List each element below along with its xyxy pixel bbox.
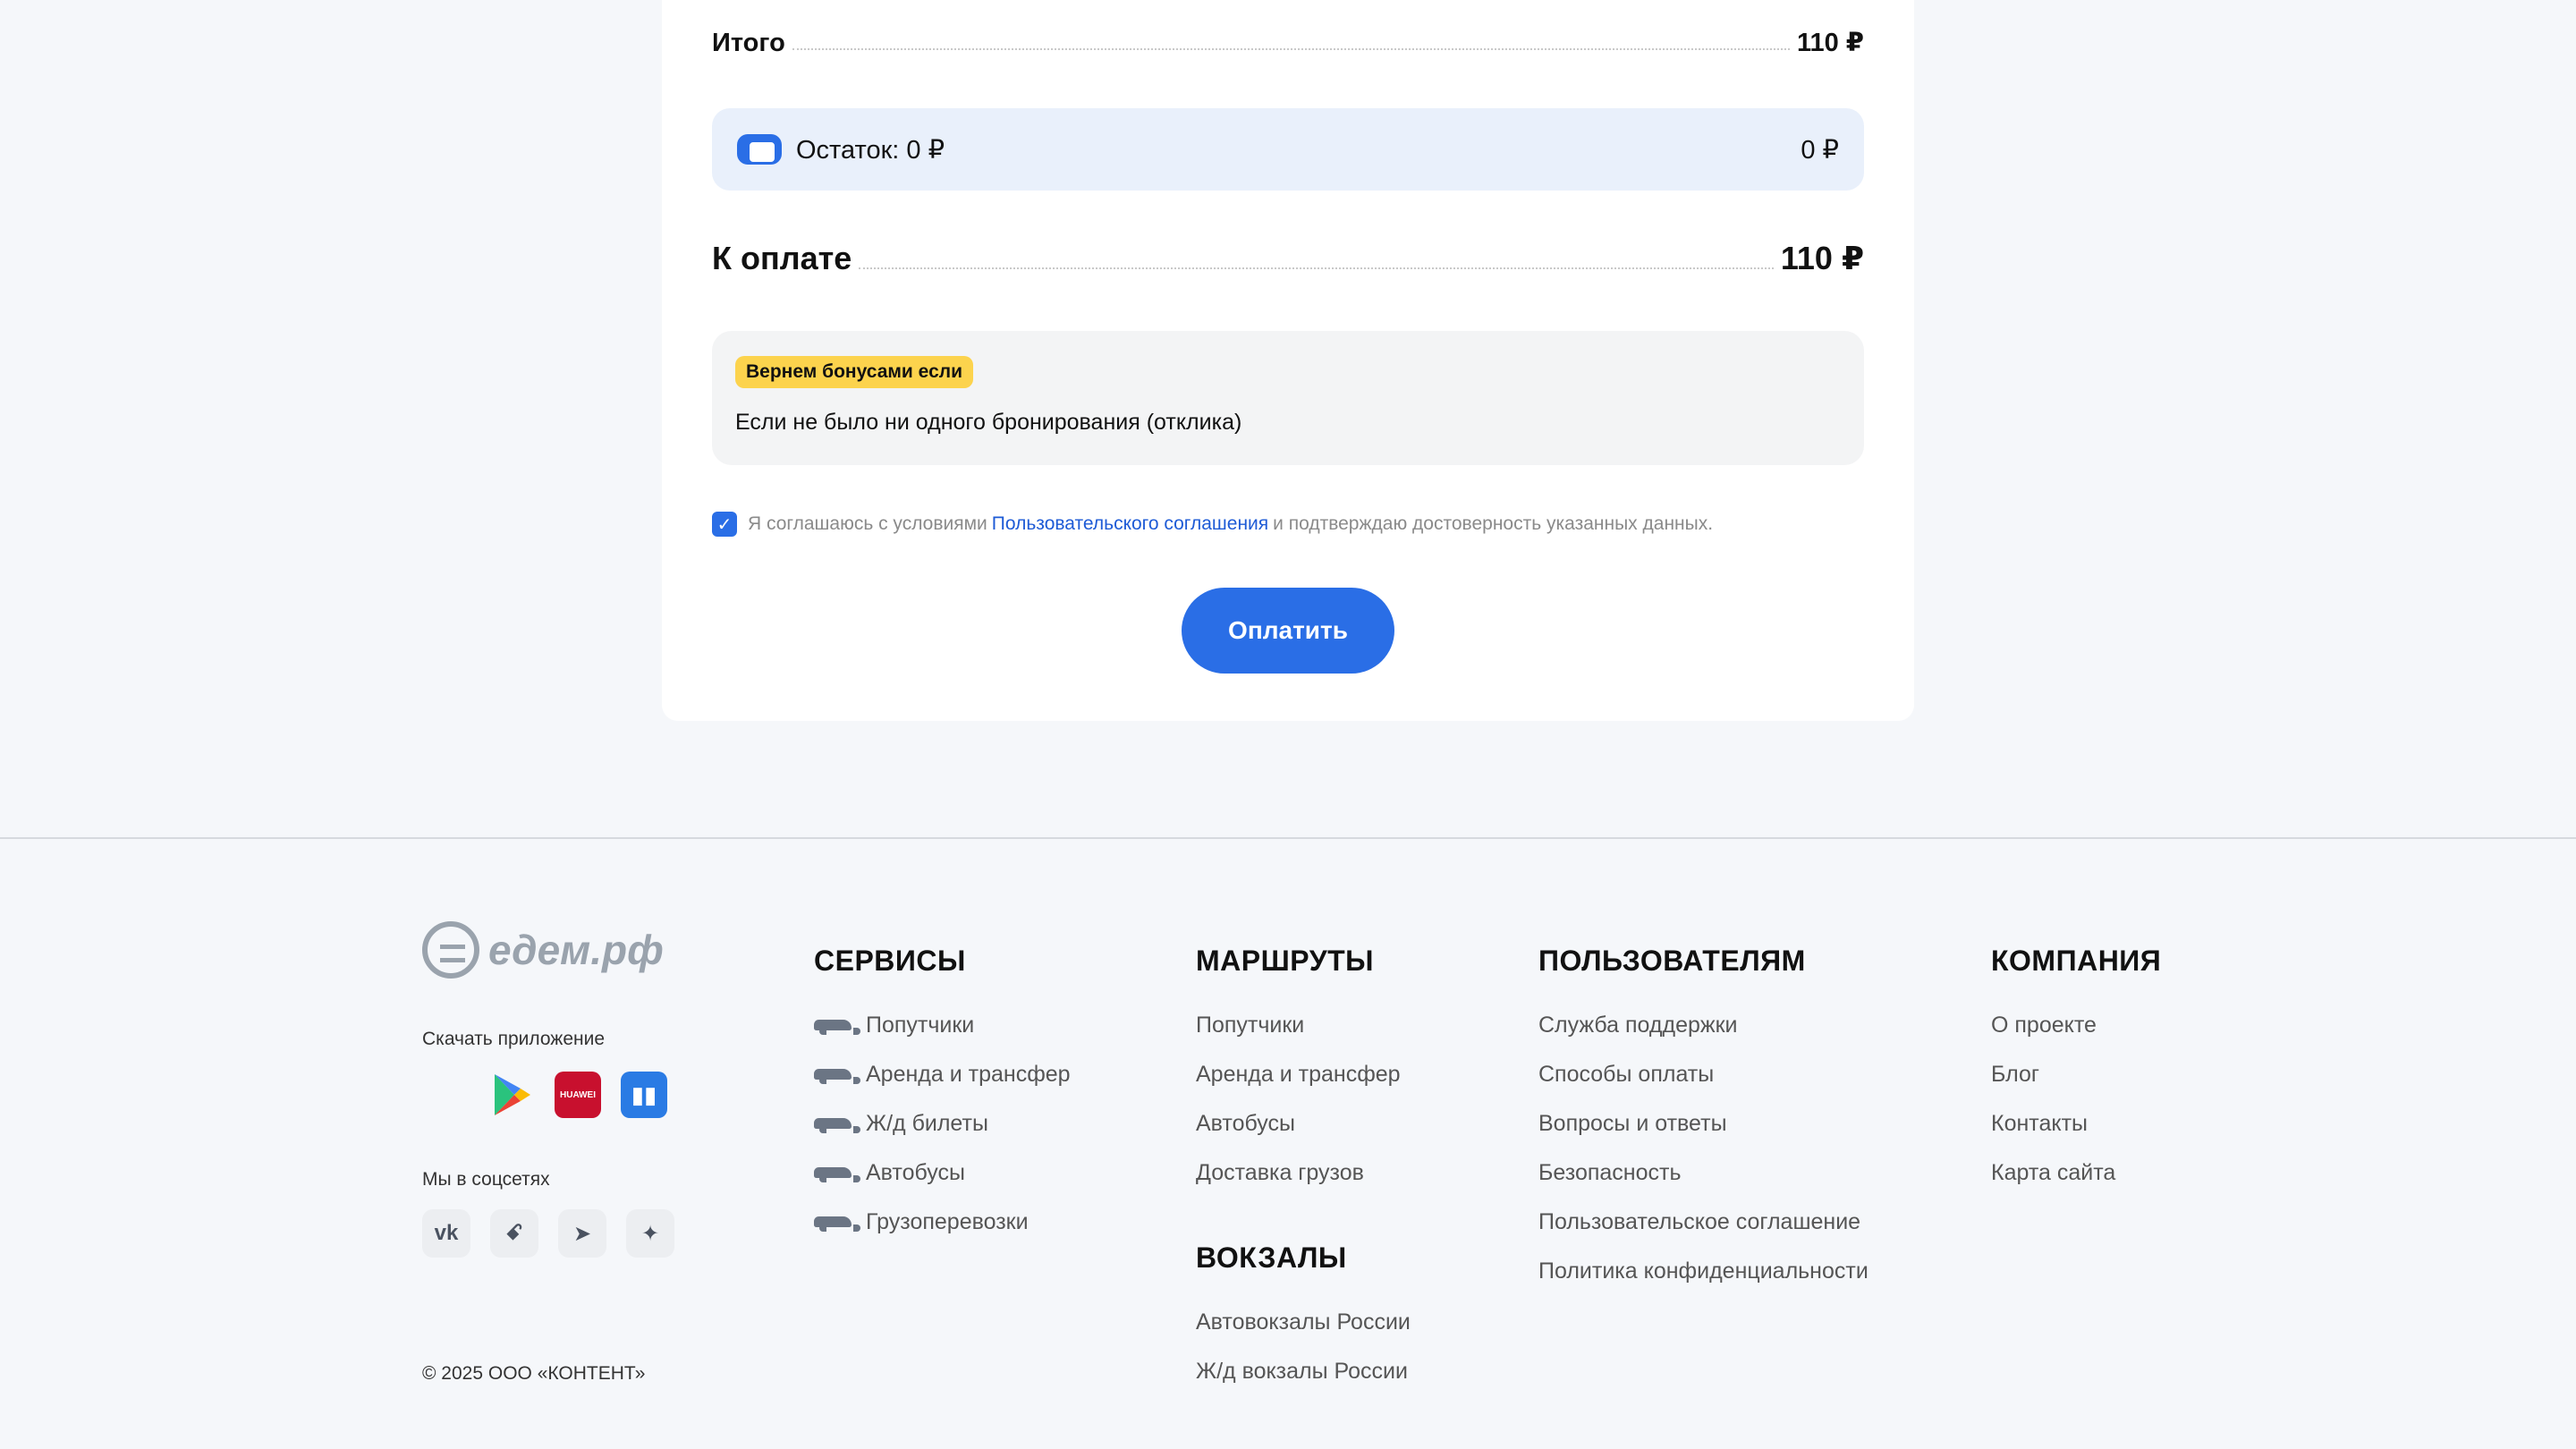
site-logo[interactable]: едем.рф [422,921,664,979]
vk-icon[interactable]: vk [422,1209,470,1258]
footer-link-services-rent[interactable]: Аренда и трансфер [814,1050,1071,1099]
footer-link-company[interactable]: О проекте [1991,1001,2161,1050]
telegram-icon[interactable]: ➤ [558,1209,606,1258]
wallet-icon [737,134,782,165]
footer-link-users[interactable]: Вопросы и ответы [1538,1099,1868,1148]
to-pay-row: К оплате 110 ₽ [712,240,1864,277]
footer-link-routes[interactable]: Аренда и трансфер [1196,1050,1401,1099]
footer-link-company[interactable]: Карта сайта [1991,1148,2161,1198]
footer-link-users[interactable]: Пользовательское соглашение [1538,1198,1868,1247]
huawei-appgallery-icon[interactable]: HUAWEI [555,1072,601,1118]
footer-link-users[interactable]: Служба поддержки [1538,1001,1868,1050]
column-title: ПОЛЬЗОВАТЕЛЯМ [1538,945,1806,977]
footer-link-routes[interactable]: Попутчики [1196,1001,1401,1050]
footer-link-company[interactable]: Контакты [1991,1099,2161,1148]
footer-link-users[interactable]: Политика конфиденциальности [1538,1247,1868,1296]
footer-link-services-cargo[interactable]: Грузоперевозки [814,1198,1071,1247]
column-title: КОМПАНИЯ [1991,945,2162,977]
copyright: © 2025 ООО «КОНТЕНТ» [422,1363,646,1384]
app-store-links: HUAWEI ▮▮ [422,1072,667,1118]
dotted-leader [859,267,1774,269]
footer-column-services: СЕРВИСЫ Попутчики Аренда и трансфер Ж/д … [814,945,1071,1247]
total-label: Итого [712,29,785,57]
balance-value: 0 ₽ [1801,135,1839,165]
footer-column-routes: МАРШРУТЫ Попутчики Аренда и трансфер Авт… [1196,945,1401,1198]
rustore-icon[interactable]: ▮▮ [621,1072,667,1118]
footer-link-company[interactable]: Блог [1991,1050,2161,1099]
download-app-title: Скачать приложение [422,1029,606,1049]
social-links: vk ꗃ ➤ ✦ [422,1209,674,1258]
bonus-info-box: Вернем бонусами если Если не было ни одн… [712,331,1864,465]
footer-link-routes[interactable]: Автобусы [1196,1099,1401,1148]
social-title: Мы в соцсетях [422,1169,550,1190]
footer-link-services-bus[interactable]: Автобусы [814,1148,1071,1198]
footer-link-routes[interactable]: Доставка грузов [1196,1148,1401,1198]
footer-link-users[interactable]: Способы оплаты [1538,1050,1868,1099]
google-play-icon[interactable] [488,1072,535,1118]
total-value: 110 ₽ [1796,29,1864,57]
apple-app-store-icon[interactable] [422,1072,469,1118]
logo-text: едем.рф [488,927,664,973]
column-title: СЕРВИСЫ [814,945,966,977]
rental-car-icon [814,1067,860,1084]
odnoklassniki-icon[interactable]: ꗃ [490,1209,538,1258]
bonus-condition-text: Если не было ни одного бронирования (отк… [735,410,1242,435]
footer-link-stations[interactable]: Ж/д вокзалы России [1196,1347,1411,1396]
footer-link-services-train[interactable]: Ж/д билеты [814,1099,1071,1148]
user-agreement-link[interactable]: Пользовательского соглашения [992,513,1268,535]
dzen-icon[interactable]: ✦ [626,1209,674,1258]
agreement-text-after: и подтверждаю достоверность указанных да… [1273,513,1714,534]
train-icon [814,1116,860,1133]
footer-link-stations[interactable]: Автовокзалы России [1196,1298,1411,1347]
footer-divider [0,837,2576,839]
footer-column-stations: ВОКЗАЛЫ Автовокзалы России Ж/д вокзалы Р… [1196,1241,1411,1396]
car-icon [814,1018,860,1035]
to-pay-label: К оплате [712,240,852,276]
bonus-badge: Вернем бонусами если [735,356,973,388]
agreement-text-before: Я соглашаюсь с условиями [748,513,987,534]
agreement-checkbox[interactable]: ✓ [712,512,737,537]
footer-column-company: КОМПАНИЯ О проекте Блог Контакты Карта с… [1991,945,2161,1198]
footer-column-users: ПОЛЬЗОВАТЕЛЯМ Служба поддержки Способы о… [1538,945,1868,1296]
pay-button[interactable]: Оплатить [1182,588,1394,674]
balance-label: Остаток: 0 ₽ [796,135,945,165]
column-title: МАРШРУТЫ [1196,945,1374,977]
footer-link-users[interactable]: Безопасность [1538,1148,1868,1198]
agreement-row: ✓ Я соглашаюсь с условиями Пользовательс… [712,512,1713,537]
column-title: ВОКЗАЛЫ [1196,1241,1347,1274]
to-pay-value: 110 ₽ [1780,240,1864,276]
balance-block: Остаток: 0 ₽ 0 ₽ [712,108,1864,191]
payment-summary-card: Итого 110 ₽ Остаток: 0 ₽ 0 ₽ К оплате 11… [662,0,1914,721]
truck-icon [814,1215,860,1232]
logo-icon [422,921,479,979]
dotted-leader [792,48,1790,50]
footer-link-services-carpool[interactable]: Попутчики [814,1001,1071,1050]
bus-icon [814,1165,860,1182]
total-row: Итого 110 ₽ [712,27,1864,58]
